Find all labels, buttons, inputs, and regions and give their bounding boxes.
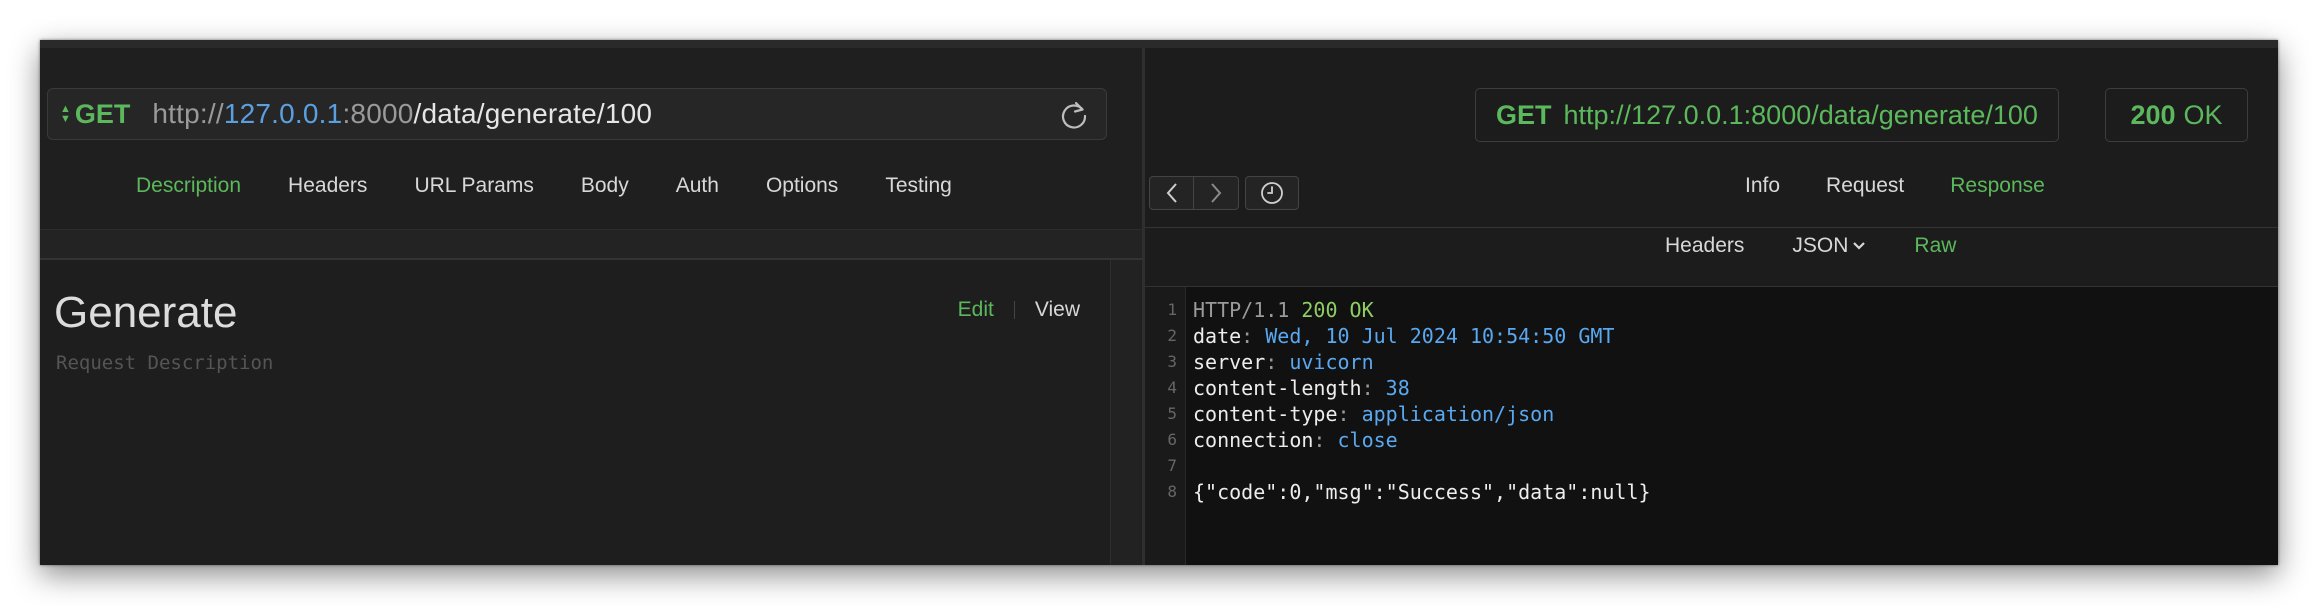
view-button[interactable]: View xyxy=(1035,298,1080,322)
code-line: 5 content-type: application/json xyxy=(1145,401,1651,427)
code-line: 6 connection: close xyxy=(1145,427,1651,453)
request-pane: ▲ ▼ GET http://127.0.0.1:8000/data/genera… xyxy=(40,48,1142,565)
reload-icon[interactable] xyxy=(1058,99,1090,131)
code-line: 2 date: Wed, 10 Jul 2024 10:54:50 GMT xyxy=(1145,323,1651,349)
back-button[interactable] xyxy=(1149,176,1194,210)
format-headers[interactable]: Headers xyxy=(1665,234,1744,258)
code-token: : xyxy=(1313,428,1338,452)
response-url-box: GET http://127.0.0.1:8000/data/generate/… xyxy=(1475,88,2059,142)
format-raw[interactable]: Raw xyxy=(1914,234,1956,258)
code-token: : xyxy=(1361,376,1386,400)
method-label: GET xyxy=(74,98,131,129)
chevron-left-icon xyxy=(1166,183,1177,203)
tab-options[interactable]: Options xyxy=(766,174,838,198)
app-window: ▲ ▼ GET http://127.0.0.1:8000/data/genera… xyxy=(40,40,2278,565)
line-number: 1 xyxy=(1167,300,1177,319)
sort-arrows-icon: ▲ ▼ xyxy=(60,103,71,125)
request-title[interactable]: Generate xyxy=(54,288,237,338)
code-token: : xyxy=(1337,402,1362,426)
tab-body[interactable]: Body xyxy=(581,174,629,198)
response-divider-1 xyxy=(1145,227,2278,228)
tab-auth[interactable]: Auth xyxy=(676,174,719,198)
line-number: 5 xyxy=(1167,404,1177,423)
code-token: : xyxy=(1241,324,1266,348)
status-badge: 200 OK xyxy=(2105,88,2248,142)
code-lines: 1 HTTP/1.1 200 OK 2 date: Wed, 10 Jul 2024 … xyxy=(1145,297,1651,505)
tab-testing[interactable]: Testing xyxy=(885,174,952,198)
url-port: :8000 xyxy=(342,98,414,129)
code-token: date xyxy=(1193,324,1242,348)
code-token: {"code":0,"msg":"Success","data":null} xyxy=(1193,480,1651,504)
response-tabs: Info Request Response xyxy=(1745,174,2091,198)
url-path: /data/generate/100 xyxy=(413,98,653,129)
tab-response[interactable]: Response xyxy=(1950,174,2045,198)
code-token: uvicorn xyxy=(1289,350,1374,374)
code-line: 8 {"code":0,"msg":"Success","data":null} xyxy=(1145,479,1651,505)
url-host: 127.0.0.1 xyxy=(223,98,343,129)
tab-url-params[interactable]: URL Params xyxy=(414,174,533,198)
line-number: 4 xyxy=(1167,378,1177,397)
line-number: 6 xyxy=(1167,430,1177,449)
history-button[interactable] xyxy=(1245,176,1299,210)
tab-divider xyxy=(40,229,1142,260)
code-token: 38 xyxy=(1385,376,1410,400)
format-json-label: JSON xyxy=(1792,234,1849,257)
description-panel: Generate Request Description Edit View xyxy=(40,260,1110,565)
code-token: application/json xyxy=(1361,402,1555,426)
line-number: 8 xyxy=(1167,482,1177,501)
code-line: 7 xyxy=(1145,453,1651,479)
line-number: 2 xyxy=(1167,326,1177,345)
code-token: close xyxy=(1337,428,1398,452)
tab-request[interactable]: Request xyxy=(1826,174,1904,198)
status-code: 200 xyxy=(2130,99,2176,130)
code-line: 3 server: uvicorn xyxy=(1145,349,1651,375)
edit-view-toggle: Edit View xyxy=(958,298,1080,322)
line-content: connection: close xyxy=(1193,427,1398,453)
description-scrollbar[interactable] xyxy=(1110,260,1141,565)
line-content: server: uvicorn xyxy=(1193,349,1374,375)
edit-view-separator xyxy=(1013,301,1015,319)
history-clock-icon xyxy=(1261,182,1283,204)
line-content: HTTP/1.1 200 OK xyxy=(1193,297,1374,323)
line-content: {"code":0,"msg":"Success","data":null} xyxy=(1193,479,1651,505)
format-tabs: Headers JSON Raw xyxy=(1665,234,2004,258)
chevron-down-icon xyxy=(1853,242,1866,250)
response-url: http://127.0.0.1:8000/data/generate/100 xyxy=(1563,99,2038,130)
code-token: : xyxy=(1265,350,1290,374)
code-token: 200 OK xyxy=(1301,298,1374,322)
request-tabs: Description Headers URL Params Body Auth… xyxy=(136,174,999,198)
status-text: OK xyxy=(2183,99,2223,130)
window-top-strip xyxy=(40,40,2278,48)
tab-info[interactable]: Info xyxy=(1745,174,1780,198)
tab-headers[interactable]: Headers xyxy=(288,174,367,198)
tab-description[interactable]: Description xyxy=(136,174,241,198)
code-line: 4 content-length: 38 xyxy=(1145,375,1651,401)
forward-button[interactable] xyxy=(1194,176,1239,210)
method-selector[interactable]: ▲ ▼ GET xyxy=(60,99,130,130)
response-pane: GET http://127.0.0.1:8000/data/generate/… xyxy=(1145,48,2278,565)
line-content: content-length: 38 xyxy=(1193,375,1410,401)
edit-button[interactable]: Edit xyxy=(958,298,994,322)
request-description-field[interactable]: Request Description xyxy=(56,352,273,374)
line-number: 3 xyxy=(1167,352,1177,371)
code-line: 1 HTTP/1.1 200 OK xyxy=(1145,297,1651,323)
code-token: Wed, 10 Jul 2024 10:54:50 GMT xyxy=(1265,324,1615,348)
url-scheme: http:// xyxy=(152,98,224,129)
history-nav xyxy=(1149,176,1299,210)
response-method: GET xyxy=(1496,99,1552,130)
line-content: content-type: application/json xyxy=(1193,401,1554,427)
line-number: 7 xyxy=(1167,456,1177,475)
code-token: content-type xyxy=(1193,402,1338,426)
format-json[interactable]: JSON xyxy=(1792,234,1866,258)
code-token: content-length xyxy=(1193,376,1362,400)
chevron-right-icon xyxy=(1211,183,1222,203)
response-body[interactable]: 1 HTTP/1.1 200 OK 2 date: Wed, 10 Jul 2024 … xyxy=(1145,287,2278,565)
code-token: HTTP/1.1 xyxy=(1193,298,1302,322)
code-token: connection xyxy=(1193,428,1314,452)
line-content: date: Wed, 10 Jul 2024 10:54:50 GMT xyxy=(1193,323,1614,349)
code-token: server xyxy=(1193,350,1266,374)
url-input[interactable]: http://127.0.0.1:8000/data/generate/100 xyxy=(152,98,652,130)
url-bar[interactable]: ▲ ▼ GET http://127.0.0.1:8000/data/genera… xyxy=(47,88,1107,140)
